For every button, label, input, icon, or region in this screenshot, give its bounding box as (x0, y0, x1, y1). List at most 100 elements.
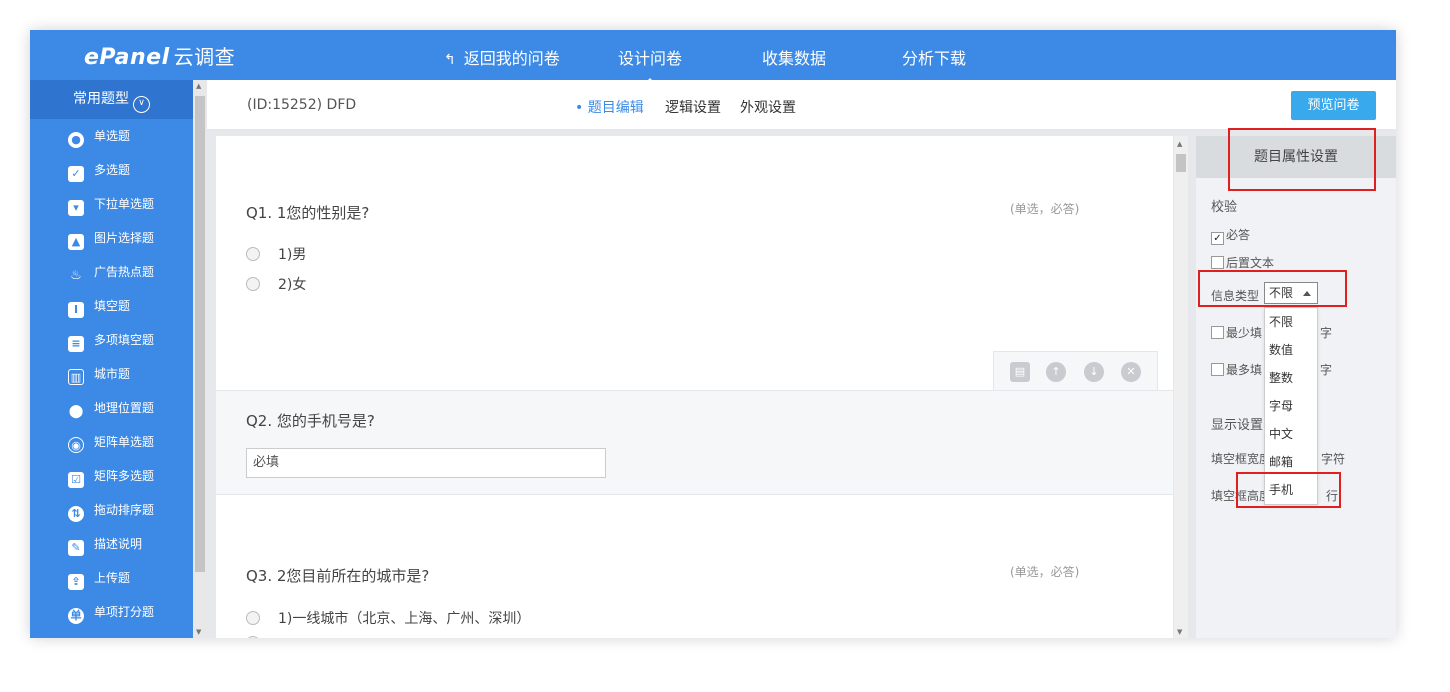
info-type-label: 信息类型 (1211, 289, 1260, 303)
tab-appearance-settings[interactable]: 外观设置 (740, 97, 796, 117)
sidebar-item-location[interactable]: ⬤ 地理位置题 (68, 397, 154, 419)
tab-logic-settings[interactable]: 逻辑设置 (665, 97, 721, 117)
box-width-suffix: 字符 (1321, 452, 1346, 466)
info-type-dropdown-list: 不限 数值 整数 字母 中文 邮箱 手机 (1264, 307, 1318, 505)
move-up-icon[interactable]: ↑ (1046, 362, 1066, 382)
score-icon: 单 (68, 608, 84, 624)
question-title[interactable]: Q1. 1您的性别是? (246, 202, 369, 223)
logo: ePanel 云调查 (84, 45, 236, 70)
survey-canvas: Q1. 1您的性别是? (单选，必答) 1)男 2)女 ▤ ↑ ↓ ✕ Q2. … (216, 136, 1173, 638)
option-item[interactable]: 2)女 (246, 274, 306, 294)
max-length-suffix: 字 (1320, 363, 1333, 377)
question-title[interactable]: Q3. 2您目前所在的城市是? (246, 565, 429, 586)
dropdown-option-number[interactable]: 数值 (1269, 341, 1293, 358)
sidebar-item-single-score[interactable]: 单单项打分题 (68, 601, 154, 624)
move-down-icon[interactable]: ↓ (1084, 362, 1104, 382)
tab-analyze-download[interactable]: 分析下载 (902, 45, 966, 69)
question-tag: (单选，必答) (1010, 202, 1080, 216)
sidebar-item-multi-choice[interactable]: ✓ 多选题 (68, 159, 130, 182)
sidebar-scroll-thumb[interactable] (195, 96, 205, 572)
canvas-scrollbar[interactable]: ▲ ▼ (1174, 136, 1188, 638)
sidebar-item-fill-blank[interactable]: I 填空题 (68, 295, 130, 318)
dropdown-option-unlimited[interactable]: 不限 (1269, 313, 1293, 330)
panel-title: 题目属性设置 (1196, 136, 1396, 178)
scroll-up-arrow-icon[interactable]: ▲ (1177, 140, 1182, 148)
flame-icon: ♨ (70, 268, 82, 283)
question-block-selected[interactable]: Q2. 您的手机号是? 必填 (216, 390, 1173, 495)
copy-icon[interactable]: ▤ (1010, 362, 1030, 382)
box-height-suffix: 行 (1326, 489, 1339, 503)
question-title[interactable]: Q2. 您的手机号是? (246, 410, 375, 431)
preview-survey-button[interactable]: 预览问卷 (1291, 91, 1376, 120)
option-item[interactable] (246, 636, 278, 638)
radio-button[interactable] (246, 277, 260, 291)
question-properties-panel: 题目属性设置 校验 ✓ 必答 后置文本 信息类型 不限 最少填 字 最多填 字 显… (1196, 136, 1396, 638)
back-arrow-icon: ↰ (444, 52, 456, 68)
radio-button[interactable] (246, 636, 260, 638)
dropdown-option-letter[interactable]: 字母 (1269, 397, 1293, 414)
required-checkbox[interactable]: ✓ 必答 (1211, 226, 1250, 245)
survey-id-title: (ID:15252) DFD (247, 97, 357, 113)
suffix-text-checkbox[interactable]: 后置文本 (1211, 254, 1274, 271)
box-height-label: 填空框高度 (1211, 489, 1272, 503)
option-item[interactable]: 1)男 (246, 244, 306, 264)
display-settings-label: 显示设置 (1211, 418, 1264, 433)
image-icon: ▲ (68, 234, 84, 250)
pencil-icon: ✎ (68, 540, 84, 556)
tab-design-survey[interactable]: 设计问卷 (618, 45, 682, 84)
radio-button[interactable] (246, 611, 260, 625)
sidebar-item-single-choice[interactable]: ● 单选题 (68, 125, 130, 148)
max-length-checkbox[interactable]: 最多填 (1211, 361, 1262, 378)
question-tag: (单选，必答) (1010, 565, 1080, 579)
checkbox-icon[interactable] (1211, 256, 1224, 269)
sidebar-item-hotspot[interactable]: ♨ 广告热点题 (68, 261, 154, 283)
scroll-down-arrow-icon[interactable]: ▼ (196, 628, 201, 636)
caret-up-icon (1303, 291, 1311, 296)
option-item[interactable]: 1)一线城市（北京、上海、广州、深圳） (246, 608, 530, 628)
dropdown-option-integer[interactable]: 整数 (1269, 369, 1293, 386)
delete-icon[interactable]: ✕ (1121, 362, 1141, 382)
min-length-checkbox[interactable]: 最少填 (1211, 324, 1262, 341)
sidebar-item-multi-fill[interactable]: ≡ 多项填空题 (68, 329, 154, 352)
sort-icon: ⇅ (68, 506, 84, 522)
sidebar-item-matrix-single[interactable]: ◉ 矩阵单选题 (68, 431, 154, 453)
multi-fill-icon: ≡ (68, 336, 84, 352)
info-type-select[interactable]: 不限 (1264, 282, 1318, 304)
editor-header: (ID:15252) DFD 题目编辑 逻辑设置 外观设置 预览问卷 (207, 80, 1396, 130)
phone-input[interactable]: 必填 (246, 448, 606, 478)
checkbox-icon[interactable] (1211, 326, 1224, 339)
target-icon: ◉ (68, 437, 84, 453)
sidebar-item-description[interactable]: ✎ 描述说明 (68, 533, 142, 556)
sidebar-item-dropdown[interactable]: ▾ 下拉单选题 (68, 193, 154, 216)
scroll-up-arrow-icon[interactable]: ▲ (196, 82, 201, 90)
question-toolbar: ▤ ↑ ↓ ✕ (993, 351, 1158, 391)
app-window: ePanel 云调查 ↰ 返回我的问卷 设计问卷 收集数据 分析下载 常用题型 ∨ ●… (30, 30, 1396, 638)
dropdown-icon: ▾ (68, 200, 84, 216)
tab-question-edit[interactable]: 题目编辑 (575, 97, 644, 117)
dropdown-option-mobile[interactable]: 手机 (1269, 481, 1293, 498)
sidebar-item-upload[interactable]: ⇪ 上传题 (68, 567, 130, 590)
radio-icon: ● (68, 132, 84, 148)
checkbox-icon[interactable] (1211, 363, 1224, 376)
sidebar-scrollbar[interactable]: ▲ ▼ (193, 80, 207, 638)
validation-label: 校验 (1211, 200, 1238, 215)
dropdown-option-email[interactable]: 邮箱 (1269, 453, 1293, 470)
text-cursor-icon: I (68, 302, 84, 318)
checkbox-icon: ✓ (68, 166, 84, 182)
sidebar-item-matrix-multi[interactable]: ☑ 矩阵多选题 (68, 465, 154, 488)
sidebar-item-city[interactable]: ▥ 城市题 (68, 363, 130, 385)
top-navigation-bar: ePanel 云调查 ↰ 返回我的问卷 设计问卷 收集数据 分析下载 (30, 30, 1396, 84)
dropdown-option-chinese[interactable]: 中文 (1269, 425, 1293, 442)
sidebar-item-drag-sort[interactable]: ⇅ 拖动排序题 (68, 499, 154, 522)
back-to-my-surveys-link[interactable]: ↰ 返回我的问卷 (444, 45, 560, 69)
chevron-down-icon: ∨ (133, 96, 150, 113)
checkbox-checked-icon[interactable]: ✓ (1211, 232, 1224, 245)
min-length-suffix: 字 (1320, 326, 1333, 340)
sidebar-item-image-choice[interactable]: ▲ 图片选择题 (68, 227, 154, 250)
tab-collect-data[interactable]: 收集数据 (762, 45, 826, 69)
radio-button[interactable] (246, 247, 260, 261)
canvas-scroll-thumb[interactable] (1176, 154, 1186, 172)
scroll-down-arrow-icon[interactable]: ▼ (1177, 628, 1182, 636)
sidebar-header[interactable]: 常用题型 ∨ (30, 80, 193, 119)
question-type-sidebar: 常用题型 ∨ ● 单选题 ✓ 多选题 ▾ 下拉单选题 ▲ 图片选择题 ♨ 广告热点题 I 填空… (30, 80, 193, 638)
